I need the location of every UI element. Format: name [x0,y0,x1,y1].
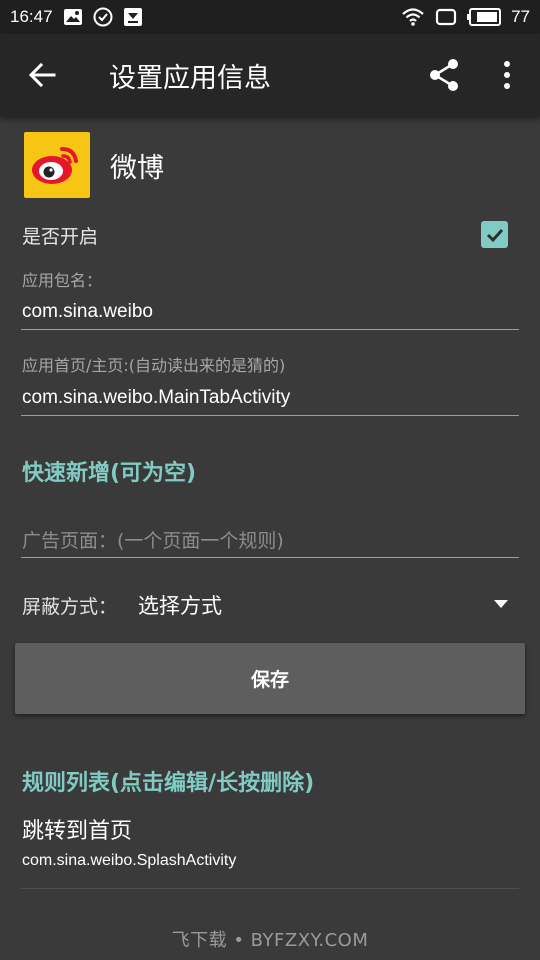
status-right-group: 77 [401,7,530,27]
share-icon[interactable] [428,58,460,92]
home-page-label: 应用首页/主页:(自动读出来的是猜的) [22,356,286,375]
page-title: 设置应用信息 [109,62,271,94]
download-box-icon [123,7,143,27]
block-mode-label: 屏蔽方式： [22,596,118,618]
home-page-underline [21,415,519,416]
rules-title: 规则列表(点击编辑/长按删除) [22,771,315,796]
battery-icon [467,8,502,26]
ad-page-underline [21,557,519,558]
package-label: 应用包名： [22,271,103,290]
status-time: 16:47 [10,7,53,26]
block-mode-select[interactable]: 选择方式 [138,590,222,620]
home-page-field[interactable]: com.sina.weibo.MainTabActivity [22,387,290,409]
wifi-icon [401,7,425,27]
package-underline [21,329,519,330]
watermark: 飞下载 • BYFZXY.COM [171,930,369,951]
rule-item-name[interactable]: 跳转到首页 [22,813,132,845]
battery-level: 77 [511,7,530,26]
save-button[interactable]: 保存 [15,643,525,714]
dropdown-arrow-icon[interactable] [492,599,510,609]
check-circle-icon [93,7,113,27]
quick-add-title: 快速新增(可为空) [22,461,197,486]
package-field[interactable]: com.sina.weibo [22,301,153,323]
enable-label: 是否开启 [22,226,99,248]
status-bar: 16:47 77 [0,0,540,34]
app-name: 微博 [110,152,164,184]
weibo-logo-icon [24,132,90,198]
back-arrow-icon[interactable] [27,60,57,90]
more-vert-icon[interactable] [496,59,518,91]
enable-checkbox[interactable] [481,221,508,248]
image-notification-icon [63,7,83,27]
check-icon [486,228,503,242]
app-bar: 设置应用信息 [0,34,540,116]
screen-icon [435,7,457,27]
app-info-row: 微博 [24,132,164,198]
rule-item-activity[interactable]: com.sina.weibo.SplashActivity [22,852,236,870]
ad-page-input[interactable] [22,526,519,556]
rule-divider [21,888,519,889]
